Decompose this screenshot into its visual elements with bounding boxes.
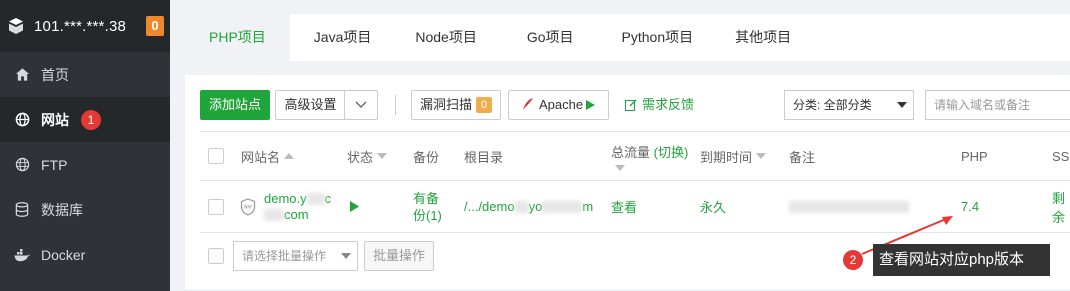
redacted-text [306, 193, 325, 206]
sidebar-item-ftp[interactable]: FTP [0, 142, 170, 187]
redacted-text [264, 209, 284, 222]
scan-count-badge: 0 [476, 97, 492, 113]
select-all-checkbox[interactable] [208, 148, 224, 164]
ftp-globe-icon [14, 157, 30, 173]
table-row: WAF demo.y c com 有备 份(1) /.../demo yo m 查看 … [200, 181, 1070, 233]
edit-icon [625, 99, 637, 111]
database-icon [14, 202, 30, 218]
advanced-settings-button[interactable]: 高级设置 [275, 90, 345, 120]
toolbar-divider [395, 95, 396, 115]
col-status[interactable]: 状态 [347, 132, 388, 180]
tab-python[interactable]: Python项目 [600, 14, 716, 61]
step-1-badge: 1 [81, 109, 101, 130]
col-php: PHP [961, 148, 988, 164]
tab-java[interactable]: Java项目 [290, 14, 394, 61]
sidebar-item-label: 网站 [41, 111, 69, 128]
col-name[interactable]: 网站名 [241, 132, 295, 180]
sort-down-icon [377, 153, 388, 159]
sort-up-icon [284, 153, 295, 159]
advanced-dropdown-button[interactable] [344, 90, 378, 120]
batch-action-select[interactable]: 请选择批量操作 [233, 241, 358, 271]
sidebar-item-label: Docker [41, 246, 86, 263]
tab-php[interactable]: PHP项目 [185, 14, 290, 61]
traffic-switch-link[interactable]: (切换) [654, 145, 689, 160]
docker-icon [14, 247, 30, 263]
tab-node[interactable]: Node项目 [393, 14, 502, 61]
waf-shield-icon: WAF [240, 181, 256, 232]
annotation-tooltip: 查看网站对应php版本 [873, 244, 1050, 276]
project-tabs: PHP项目 Java项目 Node项目 Go项目 Python项目 其他项目 [185, 14, 1070, 61]
remark-field[interactable] [789, 181, 909, 232]
alert-count-badge[interactable]: 0 [146, 16, 164, 36]
table-header: 网站名 状态 备份 根目录 总流量 (切换) 到期时间 备注 PHP SSL [200, 131, 1070, 181]
php-version-link[interactable]: 7.4 [961, 181, 979, 232]
col-expire[interactable]: 到期时间 [700, 132, 767, 180]
backup-link[interactable]: 有备 份(1) [413, 181, 442, 232]
batch-action-button[interactable]: 批量操作 [364, 241, 434, 271]
tab-other[interactable]: 其他项目 [715, 14, 813, 61]
footer-select-checkbox[interactable] [208, 248, 224, 264]
ssl-status[interactable]: 剩余 [1052, 181, 1070, 232]
sort-down-icon [756, 153, 767, 159]
play-icon [586, 100, 596, 110]
redacted-text [514, 200, 529, 213]
server-header[interactable]: 101.***.***.38 0 [0, 0, 170, 52]
col-root: 根目录 [464, 149, 504, 165]
chevron-down-icon [355, 101, 367, 108]
globe-icon [14, 112, 30, 128]
server-ip: 101.***.***.38 [34, 17, 127, 35]
apache-feather-icon [522, 98, 533, 110]
toolbar: 添加站点 高级设置 漏洞扫描 0 Apache 需求反馈 分类: 全部分类 请输入… [200, 90, 1070, 120]
sort-down-icon [615, 164, 625, 171]
traffic-view-link[interactable]: 查看 [611, 181, 637, 232]
sidebar-item-home[interactable]: 首页 [0, 52, 170, 97]
col-backup: 备份 [413, 149, 440, 165]
vuln-scan-button[interactable]: 漏洞扫描 0 [411, 90, 501, 120]
site-name-link[interactable]: demo.y c com [264, 181, 331, 232]
search-input[interactable]: 请输入域名或备注 [925, 90, 1070, 120]
sidebar-item-label: FTP [41, 156, 68, 173]
expire-value[interactable]: 永久 [700, 181, 726, 232]
status-play-icon[interactable] [350, 181, 359, 232]
col-traffic[interactable]: 总流量 (切换) [611, 132, 688, 180]
sidebar-item-docker[interactable]: Docker [0, 232, 170, 277]
site-table: 网站名 状态 备份 根目录 总流量 (切换) 到期时间 备注 PHP SSL W… [200, 131, 1070, 233]
svg-text:WAF: WAF [244, 204, 253, 209]
redacted-text [542, 200, 583, 213]
row-select-cell [208, 181, 224, 232]
select-all-cell [208, 132, 224, 180]
server-icon [6, 16, 26, 36]
step-2-badge: 2 [843, 250, 863, 270]
feedback-link[interactable]: 需求反馈 [625, 90, 694, 120]
sidebar: 101.***.***.38 0 首页 网站 1 FTP 数据库 Docker [0, 0, 170, 291]
sidebar-item-label: 首页 [41, 66, 69, 83]
caret-down-icon [897, 102, 907, 108]
col-remark: 备注 [789, 149, 816, 165]
caret-down-icon [341, 253, 351, 259]
col-ssl: SSL [1052, 148, 1070, 164]
add-site-button[interactable]: 添加站点 [200, 90, 270, 120]
home-icon [14, 67, 30, 83]
sidebar-item-label: 数据库 [41, 201, 83, 218]
tab-go[interactable]: Go项目 [503, 14, 600, 61]
row-checkbox[interactable] [208, 198, 224, 215]
apache-button[interactable]: Apache [508, 90, 609, 120]
root-dir-link[interactable]: /.../demo yo m [464, 181, 593, 232]
category-select[interactable]: 分类: 全部分类 [784, 90, 914, 120]
redacted-text [789, 200, 909, 213]
sidebar-item-database[interactable]: 数据库 [0, 187, 170, 232]
sidebar-item-website[interactable]: 网站 1 [0, 97, 170, 142]
